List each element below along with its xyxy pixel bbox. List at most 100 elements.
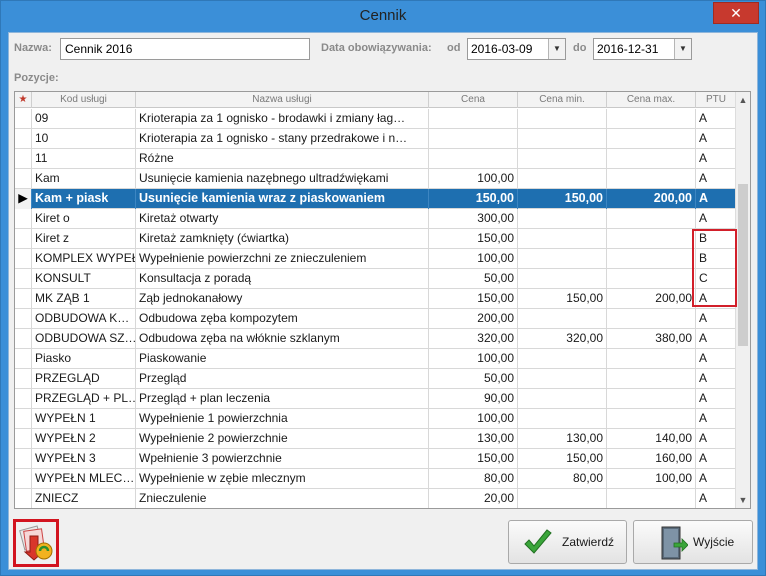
cell-price: 150,00 xyxy=(429,229,518,249)
cell-min-price xyxy=(518,409,607,429)
table-row[interactable]: PRZEGLĄD + PL… Przegląd + plan leczenia 90… xyxy=(15,389,737,409)
cell-vat: A xyxy=(696,129,737,149)
row-indicator-icon xyxy=(15,269,32,289)
cell-price: 100,00 xyxy=(429,249,518,269)
table-row[interactable]: ▶ Kam + piask Usunięcie kamienia wraz z pi… xyxy=(15,189,737,209)
cell-code: ODBUDOWA SZ… xyxy=(32,329,136,349)
table-row[interactable]: KONSULT Konsultacja z poradą 50,00 C xyxy=(15,269,737,289)
grid-header: ★ Kod usługi Nazwa usługi Cena Cena min.… xyxy=(15,92,737,108)
table-row[interactable]: WYPEŁN 3 Wpełnienie 3 powierzchnie 150,00 1… xyxy=(15,449,737,469)
scroll-thumb[interactable] xyxy=(738,184,748,346)
cell-name: Wypełnienie w zębie mlecznym xyxy=(136,469,429,489)
cell-min-price xyxy=(518,269,607,289)
cell-price: 130,00 xyxy=(429,429,518,449)
cell-vat: A xyxy=(696,469,737,489)
cell-min-price xyxy=(518,109,607,129)
cell-max-price xyxy=(607,109,696,129)
cell-code: MK ZĄB 1 xyxy=(32,289,136,309)
row-indicator-icon xyxy=(15,309,32,329)
table-row[interactable]: Kiret z Kiretaż zamknięty (ćwiartka) 150,0… xyxy=(15,229,737,249)
cell-vat: A xyxy=(696,449,737,469)
table-row[interactable]: ZNIECZ Znieczulenie 20,00 A xyxy=(15,489,737,508)
cell-min-price: 150,00 xyxy=(518,289,607,309)
checkmark-icon xyxy=(524,529,552,554)
cell-price: 150,00 xyxy=(429,289,518,309)
cell-name: Wypełnienie 1 powierzchnia xyxy=(136,409,429,429)
export-tool-button[interactable] xyxy=(13,519,59,567)
cell-code: PRZEGLĄD xyxy=(32,369,136,389)
row-indicator-icon xyxy=(15,289,32,309)
table-row[interactable]: MK ZĄB 1 Ząb jednokanałowy 150,00 150,00 200… xyxy=(15,289,737,309)
table-row[interactable]: ODBUDOWA SZ… Odbudowa zęba na włóknie szk… xyxy=(15,329,737,349)
confirm-button[interactable]: Zatwierdź xyxy=(508,520,627,564)
row-indicator-icon xyxy=(15,469,32,489)
cell-price: 50,00 xyxy=(429,269,518,289)
exit-button[interactable]: Wyjście xyxy=(633,520,753,564)
cell-max-price xyxy=(607,269,696,289)
cell-code: WYPEŁN MLEC… xyxy=(32,469,136,489)
cell-max-price: 160,00 xyxy=(607,449,696,469)
cell-vat: A xyxy=(696,209,737,229)
row-indicator-icon xyxy=(15,389,32,409)
cell-max-price xyxy=(607,409,696,429)
cell-min-price: 320,00 xyxy=(518,329,607,349)
table-row[interactable]: Kiret o Kiretaż otwarty 300,00 A xyxy=(15,209,737,229)
cell-code: 10 xyxy=(32,129,136,149)
table-row[interactable]: 09 Krioterapia za 1 ognisko - brodawki i … xyxy=(15,109,737,129)
cell-min-price xyxy=(518,389,607,409)
cell-code: PRZEGLĄD + PL… xyxy=(32,389,136,409)
table-row[interactable]: KOMPLEX WYPEŁ Wypełnienie powierzchni ze … xyxy=(15,249,737,269)
row-indicator-icon xyxy=(15,429,32,449)
column-header-max-price[interactable]: Cena max. xyxy=(607,92,696,108)
cell-code: Piasko xyxy=(32,349,136,369)
cell-code: WYPEŁN 3 xyxy=(32,449,136,469)
table-row[interactable]: 11 Różne A xyxy=(15,149,737,169)
cell-code: Kiret z xyxy=(32,229,136,249)
table-row[interactable]: Kam Usunięcie kamienia nazębnego ultradźw… xyxy=(15,169,737,189)
services-grid[interactable]: ★ Kod usługi Nazwa usługi Cena Cena min.… xyxy=(14,91,751,509)
dropdown-arrow-icon[interactable]: ▼ xyxy=(674,39,691,59)
cell-name: Usunięcie kamienia nazębnego ultradźwięk… xyxy=(136,169,429,189)
table-row[interactable]: WYPEŁN 2 Wypełnienie 2 powierzchnie 130,00… xyxy=(15,429,737,449)
row-indicator-icon xyxy=(15,349,32,369)
cell-code: Kam xyxy=(32,169,136,189)
column-header-name[interactable]: Nazwa usługi xyxy=(136,92,429,108)
vertical-scrollbar[interactable]: ▲ ▼ xyxy=(735,92,750,508)
cell-min-price xyxy=(518,369,607,389)
table-row[interactable]: Piasko Piaskowanie 100,00 A xyxy=(15,349,737,369)
cell-max-price xyxy=(607,169,696,189)
cell-vat: A xyxy=(696,389,737,409)
cell-max-price xyxy=(607,209,696,229)
table-row[interactable]: WYPEŁN MLEC… Wypełnienie w zębie mlecznym… xyxy=(15,469,737,489)
table-row[interactable]: WYPEŁN 1 Wypełnienie 1 powierzchnia 100,00… xyxy=(15,409,737,429)
window-title: Cennik xyxy=(359,7,407,24)
cell-max-price: 100,00 xyxy=(607,469,696,489)
cell-max-price xyxy=(607,369,696,389)
cell-max-price: 200,00 xyxy=(607,289,696,309)
row-indicator-icon: ▶ xyxy=(15,189,32,209)
table-row[interactable]: 10 Krioterapia za 1 ognisko - stany przed… xyxy=(15,129,737,149)
column-header-code[interactable]: Kod usługi xyxy=(32,92,136,108)
cell-price: 150,00 xyxy=(429,189,518,209)
row-indicator-icon xyxy=(15,409,32,429)
cell-code: Kam + piask xyxy=(32,189,136,209)
table-row[interactable]: PRZEGLĄD Przegląd 50,00 A xyxy=(15,369,737,389)
to-label: do xyxy=(573,42,587,54)
exit-label: Wyjście xyxy=(693,535,735,549)
scroll-up-icon[interactable]: ▲ xyxy=(736,92,750,108)
column-header-price[interactable]: Cena xyxy=(429,92,518,108)
scroll-down-icon[interactable]: ▼ xyxy=(736,492,750,508)
table-row[interactable]: ODBUDOWA K… Odbudowa zęba kompozytem 200,0… xyxy=(15,309,737,329)
door-exit-icon xyxy=(661,526,688,560)
vat-highlight-box xyxy=(692,229,737,307)
cell-code: ODBUDOWA K… xyxy=(32,309,136,329)
date-to-picker[interactable]: 2016-12-31 ▼ xyxy=(593,38,692,60)
cell-vat: A xyxy=(696,369,737,389)
column-header-vat[interactable]: PTU xyxy=(696,92,737,108)
column-header-min-price[interactable]: Cena min. xyxy=(518,92,607,108)
row-indicator-icon xyxy=(15,449,32,469)
dropdown-arrow-icon[interactable]: ▼ xyxy=(548,39,565,59)
close-button[interactable]: ✕ xyxy=(713,2,759,24)
date-from-picker[interactable]: 2016-03-09 ▼ xyxy=(467,38,566,60)
name-input[interactable]: Cennik 2016 xyxy=(60,38,310,60)
